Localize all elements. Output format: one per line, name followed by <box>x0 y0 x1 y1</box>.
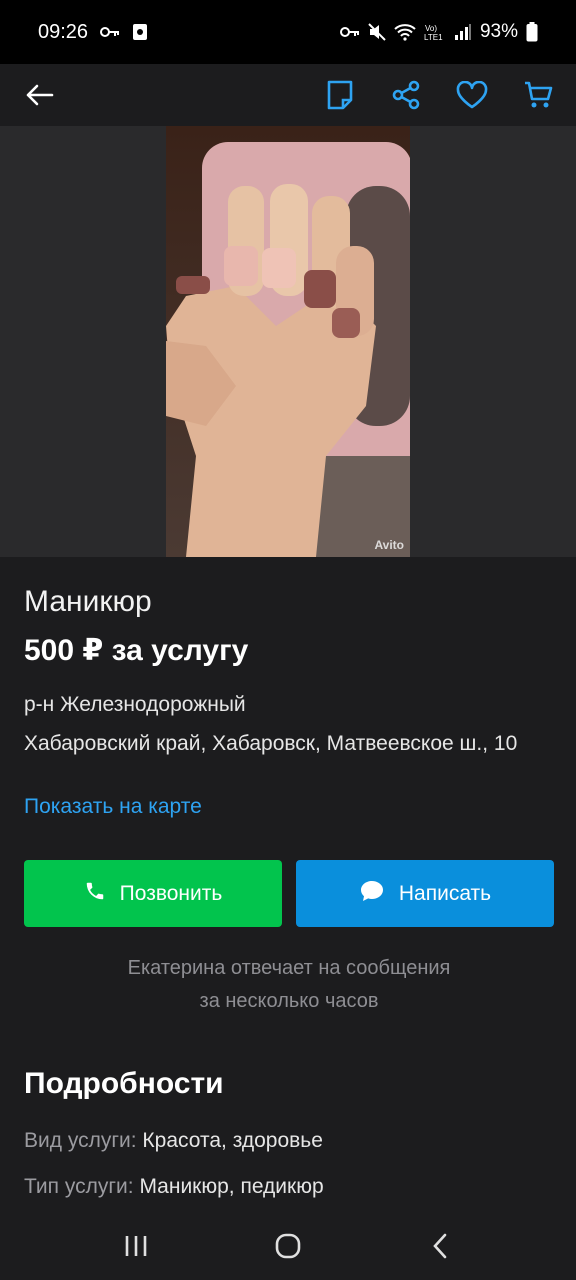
status-bar: 09:26 Vo) LTE1 93% <box>0 0 576 64</box>
write-button-label: Написать <box>398 881 492 905</box>
share-icon[interactable] <box>390 79 422 111</box>
param-service-type: Тип услуги: Маникюр, педикюр <box>24 1175 324 1199</box>
details-section-title: Подробности <box>24 1067 224 1100</box>
note-icon[interactable] <box>324 79 356 111</box>
home-icon[interactable] <box>268 1226 308 1266</box>
signal-icon <box>454 24 472 40</box>
svg-text:LTE1: LTE1 <box>424 33 443 41</box>
reply-time-note: Екатерина отвечает на сообщения за неско… <box>24 952 554 1018</box>
reply-note-line-1: Екатерина отвечает на сообщения <box>127 957 451 979</box>
battery-percent: 93% <box>479 21 518 42</box>
call-button[interactable]: Позвонить <box>24 860 282 927</box>
svg-text:Vo): Vo) <box>425 24 437 33</box>
back-arrow-icon[interactable] <box>24 72 56 118</box>
param-value: Красота, здоровье <box>142 1129 323 1152</box>
back-nav-icon[interactable] <box>420 1226 460 1266</box>
phone-icon <box>84 880 106 908</box>
photo-nails-image <box>166 126 410 557</box>
system-nav-bar <box>0 1212 576 1280</box>
listing-price: 500 ₽ за услугу <box>24 634 249 667</box>
write-button[interactable]: Написать <box>296 860 554 927</box>
listing-district: р-н Железнодорожный <box>24 693 246 716</box>
param-key: Вид услуги: <box>24 1129 137 1152</box>
call-button-label: Позвонить <box>119 881 223 905</box>
listing-address: Хабаровский край, Хабаровск, Матвеевское… <box>24 732 518 755</box>
status-time: 09:26 <box>38 20 89 43</box>
key-icon <box>100 26 120 38</box>
battery-icon <box>526 22 538 42</box>
param-key: Тип услуги: <box>24 1175 134 1198</box>
vpn-key-icon <box>339 25 360 39</box>
volte-icon: Vo) LTE1 <box>424 23 446 41</box>
screen: 09:26 Vo) LTE1 93% Avito Маникюр 500 ₽ з… <box>0 0 576 1280</box>
chat-bubble-icon <box>359 879 385 909</box>
show-on-map-link[interactable]: Показать на карте <box>24 795 202 819</box>
param-value: Маникюр, педикюр <box>139 1175 324 1198</box>
photo-gallery[interactable]: Avito <box>0 126 576 557</box>
app-notification-icon <box>132 23 148 41</box>
recent-apps-icon[interactable] <box>116 1226 156 1266</box>
avito-watermark: Avito <box>374 538 404 552</box>
heart-icon[interactable] <box>456 79 488 111</box>
mute-icon <box>368 23 386 41</box>
listing-photo[interactable]: Avito <box>166 126 410 557</box>
listing-title: Маникюр <box>24 585 152 618</box>
reply-note-line-2: за несколько часов <box>199 990 379 1012</box>
wifi-icon <box>394 23 416 41</box>
param-service-kind: Вид услуги: Красота, здоровье <box>24 1129 323 1153</box>
cart-icon[interactable] <box>522 79 554 111</box>
app-bar <box>0 64 576 126</box>
